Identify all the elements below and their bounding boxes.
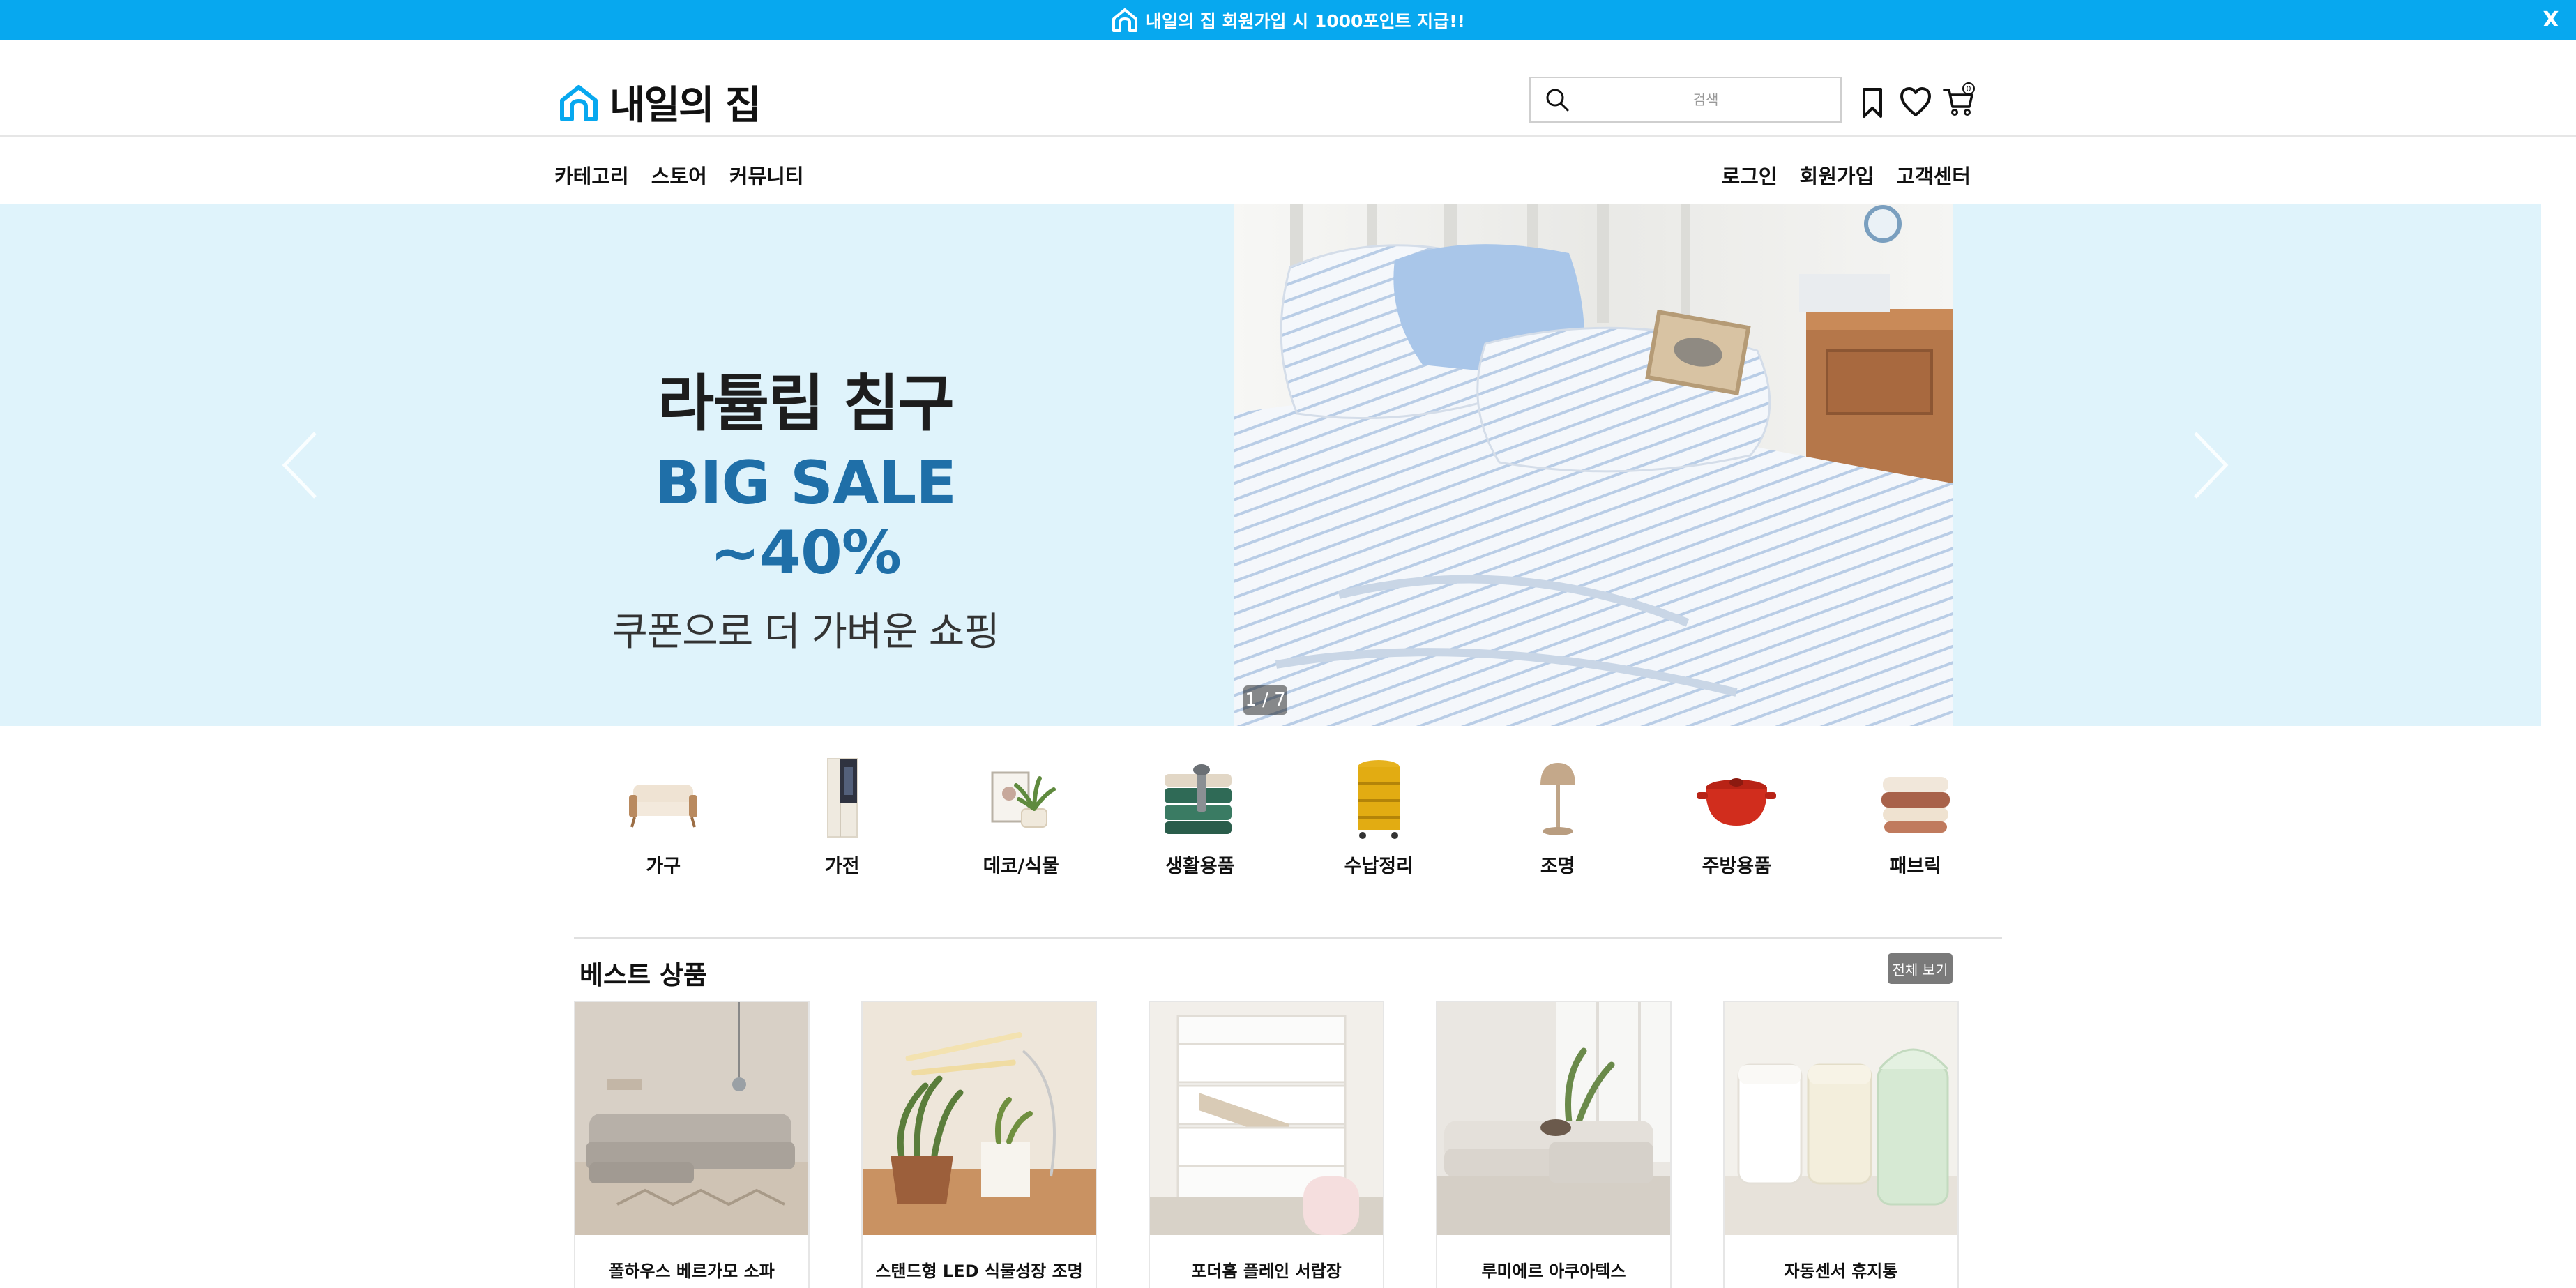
category-fabric[interactable]: 패브릭 bbox=[1826, 753, 2006, 893]
nav-login[interactable]: 로그인 bbox=[1721, 160, 1777, 190]
product-grow-light-image bbox=[863, 1002, 1096, 1235]
search-input[interactable] bbox=[1571, 79, 1840, 121]
nav-signup[interactable]: 회원가입 bbox=[1800, 160, 1874, 190]
category-label: 주방용품 bbox=[1702, 856, 1771, 877]
product-name: 스탠드형 LED 식물성장 조명 bbox=[875, 1262, 1083, 1281]
hero-prev-arrow-icon[interactable] bbox=[279, 429, 321, 501]
pot-icon bbox=[1697, 778, 1777, 826]
product-name: 루미에르 아쿠아텍스 bbox=[1481, 1262, 1626, 1281]
cart-button[interactable]: 0 bbox=[1941, 82, 1976, 121]
category-label: 수납정리 bbox=[1344, 856, 1414, 877]
hero-sale-text: BIG SALE ~40% bbox=[654, 448, 957, 588]
category-lighting[interactable]: 조명 bbox=[1469, 753, 1648, 893]
cart-count-badge: 0 bbox=[1962, 82, 1975, 95]
category-label: 조명 bbox=[1540, 856, 1575, 877]
category-label: 가전 bbox=[824, 856, 860, 877]
product-card[interactable]: 폴하우스 베르가모 소파 bbox=[574, 1001, 810, 1288]
see-all-button[interactable]: 전체 보기 bbox=[1888, 953, 1953, 984]
category-list: 가구 가전 데코/식물 생활용품 수납정리 조명 주방용품 패브릭 bbox=[574, 753, 2059, 893]
lamp-icon bbox=[1540, 763, 1575, 835]
announcement-bar: 내일의 집 회원가입 시 1000포인트 지급!! X bbox=[0, 0, 2576, 40]
nav-left: 카테고리 스토어 커뮤니티 bbox=[554, 160, 804, 190]
category-appliances[interactable]: 가전 bbox=[753, 753, 932, 893]
product-sofa-image bbox=[575, 1002, 808, 1235]
category-furniture[interactable]: 가구 bbox=[574, 753, 753, 893]
category-label: 패브릭 bbox=[1889, 856, 1942, 877]
search-icon bbox=[1546, 89, 1569, 112]
plant-icon bbox=[991, 771, 1056, 828]
header: 내일의 집 0 bbox=[0, 40, 2576, 137]
nav-community[interactable]: 커뮤니티 bbox=[729, 160, 804, 190]
nav-right: 로그인 회원가입 고객센터 bbox=[1721, 160, 1971, 190]
house-icon bbox=[1112, 8, 1138, 32]
category-kitchen[interactable]: 주방용품 bbox=[1647, 753, 1826, 893]
search-box[interactable] bbox=[1529, 77, 1842, 123]
product-card[interactable]: 자동센서 휴지통 bbox=[1723, 1001, 1959, 1288]
hero-bedding-image bbox=[1234, 204, 1953, 726]
category-label: 가구 bbox=[646, 856, 681, 877]
category-household[interactable]: 생활용품 bbox=[1111, 753, 1290, 893]
logo-text: 내일의 집 bbox=[609, 83, 762, 128]
product-aquatex-sofa-image bbox=[1437, 1002, 1670, 1235]
category-label: 생활용품 bbox=[1165, 856, 1235, 877]
product-drawer-image bbox=[1150, 1002, 1383, 1235]
category-label: 데코/식물 bbox=[983, 856, 1059, 877]
section-divider bbox=[574, 937, 2002, 939]
towels-icon bbox=[1164, 764, 1232, 834]
nav-category[interactable]: 카테고리 bbox=[554, 160, 629, 190]
product-name: 폴하우스 베르가모 소파 bbox=[609, 1262, 775, 1281]
storage-cart-icon bbox=[1358, 760, 1400, 839]
hero-next-arrow-icon[interactable] bbox=[2190, 429, 2232, 501]
nav-store[interactable]: 스토어 bbox=[651, 160, 707, 190]
product-name: 자동센서 휴지통 bbox=[1784, 1262, 1898, 1281]
heart-icon[interactable] bbox=[1898, 85, 1933, 120]
sofa-icon bbox=[629, 785, 698, 828]
hero-subtitle: 쿠폰으로 더 가벼운 쇼핑 bbox=[612, 609, 1000, 655]
best-section-title: 베스트 상품 bbox=[579, 960, 708, 990]
hero-text: 라튤립 침구 BIG SALE ~40% 쿠폰으로 더 가벼운 쇼핑 bbox=[558, 354, 1053, 657]
best-product-list: 폴하우스 베르가모 소파 스탠드형 LED 식물성장 조명 포더홈 플레인 서랍… bbox=[574, 1001, 1959, 1288]
hero-banner[interactable]: 라튤립 침구 BIG SALE ~40% 쿠폰으로 더 가벼운 쇼핑 1 / 7 bbox=[0, 204, 2541, 726]
close-banner-button[interactable]: X bbox=[2537, 6, 2565, 33]
nav-customer-center[interactable]: 고객센터 bbox=[1896, 160, 1971, 190]
product-trash-bin-image bbox=[1725, 1002, 1957, 1235]
announcement-text: 내일의 집 회원가입 시 1000포인트 지급!! bbox=[1146, 11, 1465, 31]
hero-slide-counter: 1 / 7 bbox=[1243, 685, 1287, 715]
logo[interactable]: 내일의 집 bbox=[558, 74, 762, 130]
refrigerator-icon bbox=[826, 758, 858, 838]
hero-title: 라튤립 침구 bbox=[658, 368, 954, 439]
announcement-content: 내일의 집 회원가입 시 1000포인트 지급!! bbox=[0, 0, 2576, 40]
product-card[interactable]: 루미에르 아쿠아텍스 bbox=[1436, 1001, 1672, 1288]
main-nav: 카테고리 스토어 커뮤니티 로그인 회원가입 고객센터 bbox=[0, 137, 2576, 204]
category-decor-plants[interactable]: 데코/식물 bbox=[932, 753, 1111, 893]
logo-house-icon bbox=[560, 84, 598, 121]
product-name: 포더홈 플레인 서랍장 bbox=[1191, 1262, 1342, 1281]
bookmark-icon[interactable] bbox=[1855, 85, 1890, 120]
bedding-icon bbox=[1881, 777, 1950, 833]
product-card[interactable]: 포더홈 플레인 서랍장 bbox=[1149, 1001, 1384, 1288]
category-storage[interactable]: 수납정리 bbox=[1289, 753, 1469, 893]
header-icons: 0 bbox=[1855, 82, 1976, 121]
product-card[interactable]: 스탠드형 LED 식물성장 조명 bbox=[861, 1001, 1097, 1288]
